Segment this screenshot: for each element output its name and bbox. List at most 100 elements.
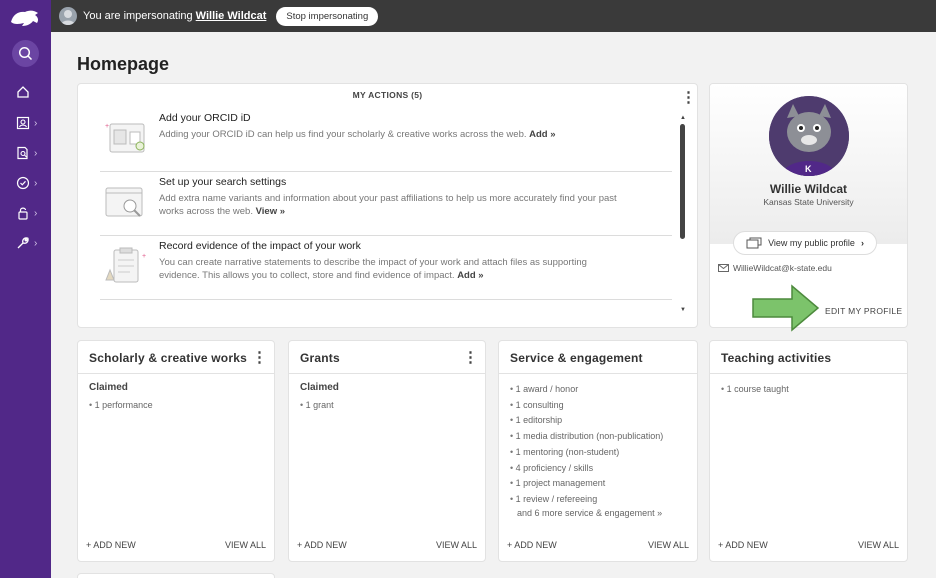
list-item[interactable]: 1 review / refereeing — [510, 492, 663, 508]
impersonation-bar: You are impersonating Willie Wildcat Sto… — [51, 0, 936, 32]
my-actions-title: MY ACTIONS (5) — [352, 90, 423, 100]
sidebar-item-security[interactable]: › — [16, 203, 46, 223]
profile-photo: K — [769, 96, 849, 176]
impersonating-text: You are impersonating — [83, 10, 193, 22]
list-item[interactable]: 1 performance — [89, 398, 153, 414]
card-header: Scholarly & creative works ⋮ — [78, 341, 274, 374]
my-actions-card: MY ACTIONS (5) ⋮ + Add your ORCID iD Add… — [77, 83, 698, 328]
edit-my-profile-link[interactable]: EDIT MY PROFILE — [825, 306, 902, 316]
chevron-right-icon: › — [860, 238, 864, 248]
avatar — [59, 7, 77, 25]
add-new-button[interactable]: + ADD NEW — [297, 540, 347, 550]
list-item[interactable]: 1 editorship — [510, 413, 663, 429]
next-card-edge — [77, 573, 275, 578]
view-all-button[interactable]: VIEW ALL — [648, 540, 689, 550]
actions-scrollbar[interactable]: ▲ ▼ — [680, 115, 686, 313]
action-desc: You can create narrative statements to d… — [159, 257, 587, 281]
list-item[interactable]: 1 mentoring (non-student) — [510, 445, 663, 461]
list-item[interactable]: 1 consulting — [510, 398, 663, 414]
view-all-button[interactable]: VIEW ALL — [436, 540, 477, 550]
teaching-activities-card: Teaching activities 1 course taught + AD… — [709, 340, 908, 562]
view-all-button[interactable]: VIEW ALL — [858, 540, 899, 550]
orcid-illustration-icon: + — [105, 123, 145, 153]
action-item: + Record evidence of the impact of your … — [100, 238, 672, 300]
add-new-button[interactable]: + ADD NEW — [86, 540, 136, 550]
action-desc: Adding your ORCID iD can help us find yo… — [159, 129, 556, 140]
card-title: Teaching activities — [721, 351, 832, 365]
profile-organization: Kansas State University — [763, 197, 854, 207]
wildcat-logo[interactable] — [9, 8, 41, 30]
chevron-right-icon: › — [34, 117, 38, 129]
email-text: WillieWildcat@k-state.edu — [733, 263, 832, 273]
action-desc: Add extra name variants and information … — [159, 193, 617, 217]
sidebar-item-tools[interactable]: › — [16, 233, 46, 253]
sidebar-item-profile[interactable]: › — [16, 113, 46, 133]
wrench-icon — [17, 237, 29, 249]
chevron-right-icon: › — [34, 207, 38, 219]
action-title: Record evidence of the impact of your wo… — [159, 240, 361, 252]
envelope-icon — [718, 264, 729, 272]
stop-impersonating-button[interactable]: Stop impersonating — [276, 6, 379, 26]
item-list: 1 course taught — [721, 382, 789, 398]
sidebar: › › › › › — [0, 0, 51, 578]
sidebar-item-check[interactable]: › — [16, 173, 46, 193]
search-icon[interactable] — [12, 40, 39, 67]
card-header: Grants ⋮ — [289, 341, 485, 374]
lock-icon — [18, 207, 28, 220]
add-new-button[interactable]: + ADD NEW — [718, 540, 768, 550]
more-service-link[interactable]: and 6 more service & engagement » — [510, 508, 663, 518]
card-header: Teaching activities — [710, 341, 907, 374]
view-search-settings-link[interactable]: View » — [256, 206, 285, 217]
home-icon[interactable] — [16, 82, 46, 102]
profile-card-icon — [16, 116, 30, 130]
svg-text:+: + — [142, 253, 146, 260]
list-item[interactable]: 1 grant — [300, 398, 334, 414]
arrow-annotation-icon — [752, 284, 820, 332]
profile-name: Willie Wildcat — [769, 182, 848, 196]
more-options-icon[interactable]: ⋮ — [681, 90, 696, 105]
list-item[interactable]: 1 media distribution (non-publication) — [510, 429, 664, 445]
claimed-label: Claimed — [89, 382, 128, 393]
action-title: Add your ORCID iD — [159, 112, 251, 124]
sidebar-item-works[interactable]: › — [16, 143, 46, 163]
list-item[interactable]: 1 project management — [510, 476, 663, 492]
chevron-right-icon: › — [34, 237, 38, 249]
more-options-icon[interactable]: ⋮ — [252, 350, 267, 365]
impact-evidence-illustration-icon: + — [105, 247, 146, 283]
search-settings-illustration-icon — [105, 187, 143, 217]
view-public-profile-button[interactable]: View my public profile › — [733, 231, 877, 255]
view-public-profile-label: View my public profile — [768, 238, 855, 248]
card-title: Service & engagement — [510, 351, 643, 365]
list-item[interactable]: 1 course taught — [721, 382, 789, 398]
svg-text:+: + — [105, 123, 109, 130]
chevron-right-icon: › — [34, 147, 38, 159]
document-search-icon — [17, 146, 28, 160]
action-item: + Add your ORCID iD Adding your ORCID iD… — [100, 110, 672, 172]
add-impact-link[interactable]: Add » — [457, 270, 483, 281]
add-new-button[interactable]: + ADD NEW — [507, 540, 557, 550]
more-options-icon[interactable]: ⋮ — [463, 350, 478, 365]
check-circle-icon — [16, 176, 30, 190]
claimed-label: Claimed — [300, 382, 339, 393]
action-title: Set up your search settings — [159, 176, 287, 188]
chevron-right-icon: › — [34, 177, 38, 189]
scholarly-works-card: Scholarly & creative works ⋮ Claimed 1 p… — [77, 340, 275, 562]
profile-email[interactable]: WillieWildcat@k-state.edu — [718, 263, 832, 273]
add-orcid-link[interactable]: Add » — [529, 129, 555, 140]
list-item[interactable]: 1 award / honor — [510, 382, 663, 398]
view-all-button[interactable]: VIEW ALL — [225, 540, 266, 550]
list-item[interactable]: 4 proficiency / skills — [510, 461, 663, 477]
action-item: Set up your search settings Add extra na… — [100, 174, 672, 236]
impersonated-user-link[interactable]: Willie Wildcat — [196, 10, 267, 22]
scrollbar-thumb[interactable] — [680, 124, 685, 239]
browser-window-icon — [746, 237, 762, 249]
item-list: 1 grant — [300, 398, 334, 414]
card-header: Service & engagement — [499, 341, 697, 374]
page-title: Homepage — [77, 54, 170, 74]
item-list: 1 award / honor 1 consulting 1 editorshi… — [510, 382, 664, 518]
item-list: 1 performance — [89, 398, 153, 414]
svg-text:K: K — [805, 164, 812, 174]
card-title: Grants — [300, 351, 340, 365]
service-engagement-card: Service & engagement 1 award / honor 1 c… — [498, 340, 698, 562]
grants-card: Grants ⋮ Claimed 1 grant + ADD NEW VIEW … — [288, 340, 486, 562]
